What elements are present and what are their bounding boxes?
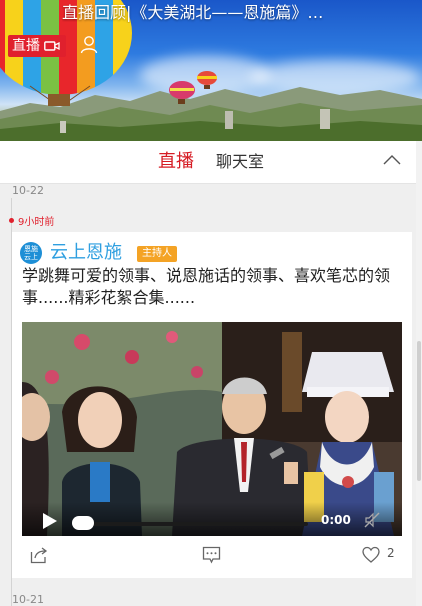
user-icon[interactable] (79, 34, 99, 54)
date-label: 10-21 (12, 593, 44, 606)
heart-icon[interactable] (362, 546, 380, 564)
mute-icon[interactable] (364, 512, 380, 528)
video-player[interactable]: 0:00 (22, 322, 402, 536)
scrollbar-thumb[interactable] (417, 341, 421, 481)
scrollbar[interactable] (416, 141, 422, 606)
tab-live[interactable]: 直播 (158, 141, 194, 183)
tab-bar: 直播 聊天室 (0, 141, 422, 184)
small-balloon-image (169, 81, 195, 104)
like-count: 2 (387, 546, 395, 560)
post-actions: 2 (12, 542, 412, 572)
video-controls: 0:00 (22, 502, 402, 536)
post-card: 恩施 云上 云上恩施 主持人 学跳舞可爱的领事、说恩施话的领事、喜欢笔芯的领事.… (12, 232, 412, 578)
small-balloon-image (197, 71, 217, 89)
play-icon[interactable] (42, 512, 58, 530)
video-progress-thumb[interactable] (72, 516, 94, 530)
avatar-text: 恩施 (24, 245, 38, 253)
video-camera-icon (44, 41, 60, 51)
video-time: 0:00 (321, 513, 351, 527)
share-icon[interactable] (30, 546, 48, 564)
live-title: 直播回顾|《大美湖北——恩施篇》… (62, 3, 324, 22)
banner: 直播回顾|《大美湖北——恩施篇》… 直播 (0, 0, 422, 141)
host-badge: 主持人 (137, 246, 177, 262)
timeline-dot (9, 218, 14, 223)
comment-icon[interactable] (202, 546, 221, 564)
live-badge[interactable]: 直播 (8, 35, 66, 57)
video-progress-bar[interactable] (74, 522, 308, 526)
post-text: 学跳舞可爱的领事、说恩施话的领事、喜欢笔芯的领事......精彩花絮合集....… (22, 266, 391, 307)
time-ago: 9小时前 (18, 217, 55, 228)
avatar-text: 云上 (24, 253, 38, 261)
date-label: 10-22 (12, 184, 44, 197)
chevron-up-icon[interactable] (382, 150, 402, 170)
live-badge-label: 直播 (12, 38, 40, 54)
author-name[interactable]: 云上恩施 (50, 241, 122, 265)
avatar[interactable]: 恩施 云上 (20, 242, 42, 264)
tab-chat-room[interactable]: 聊天室 (216, 141, 264, 183)
